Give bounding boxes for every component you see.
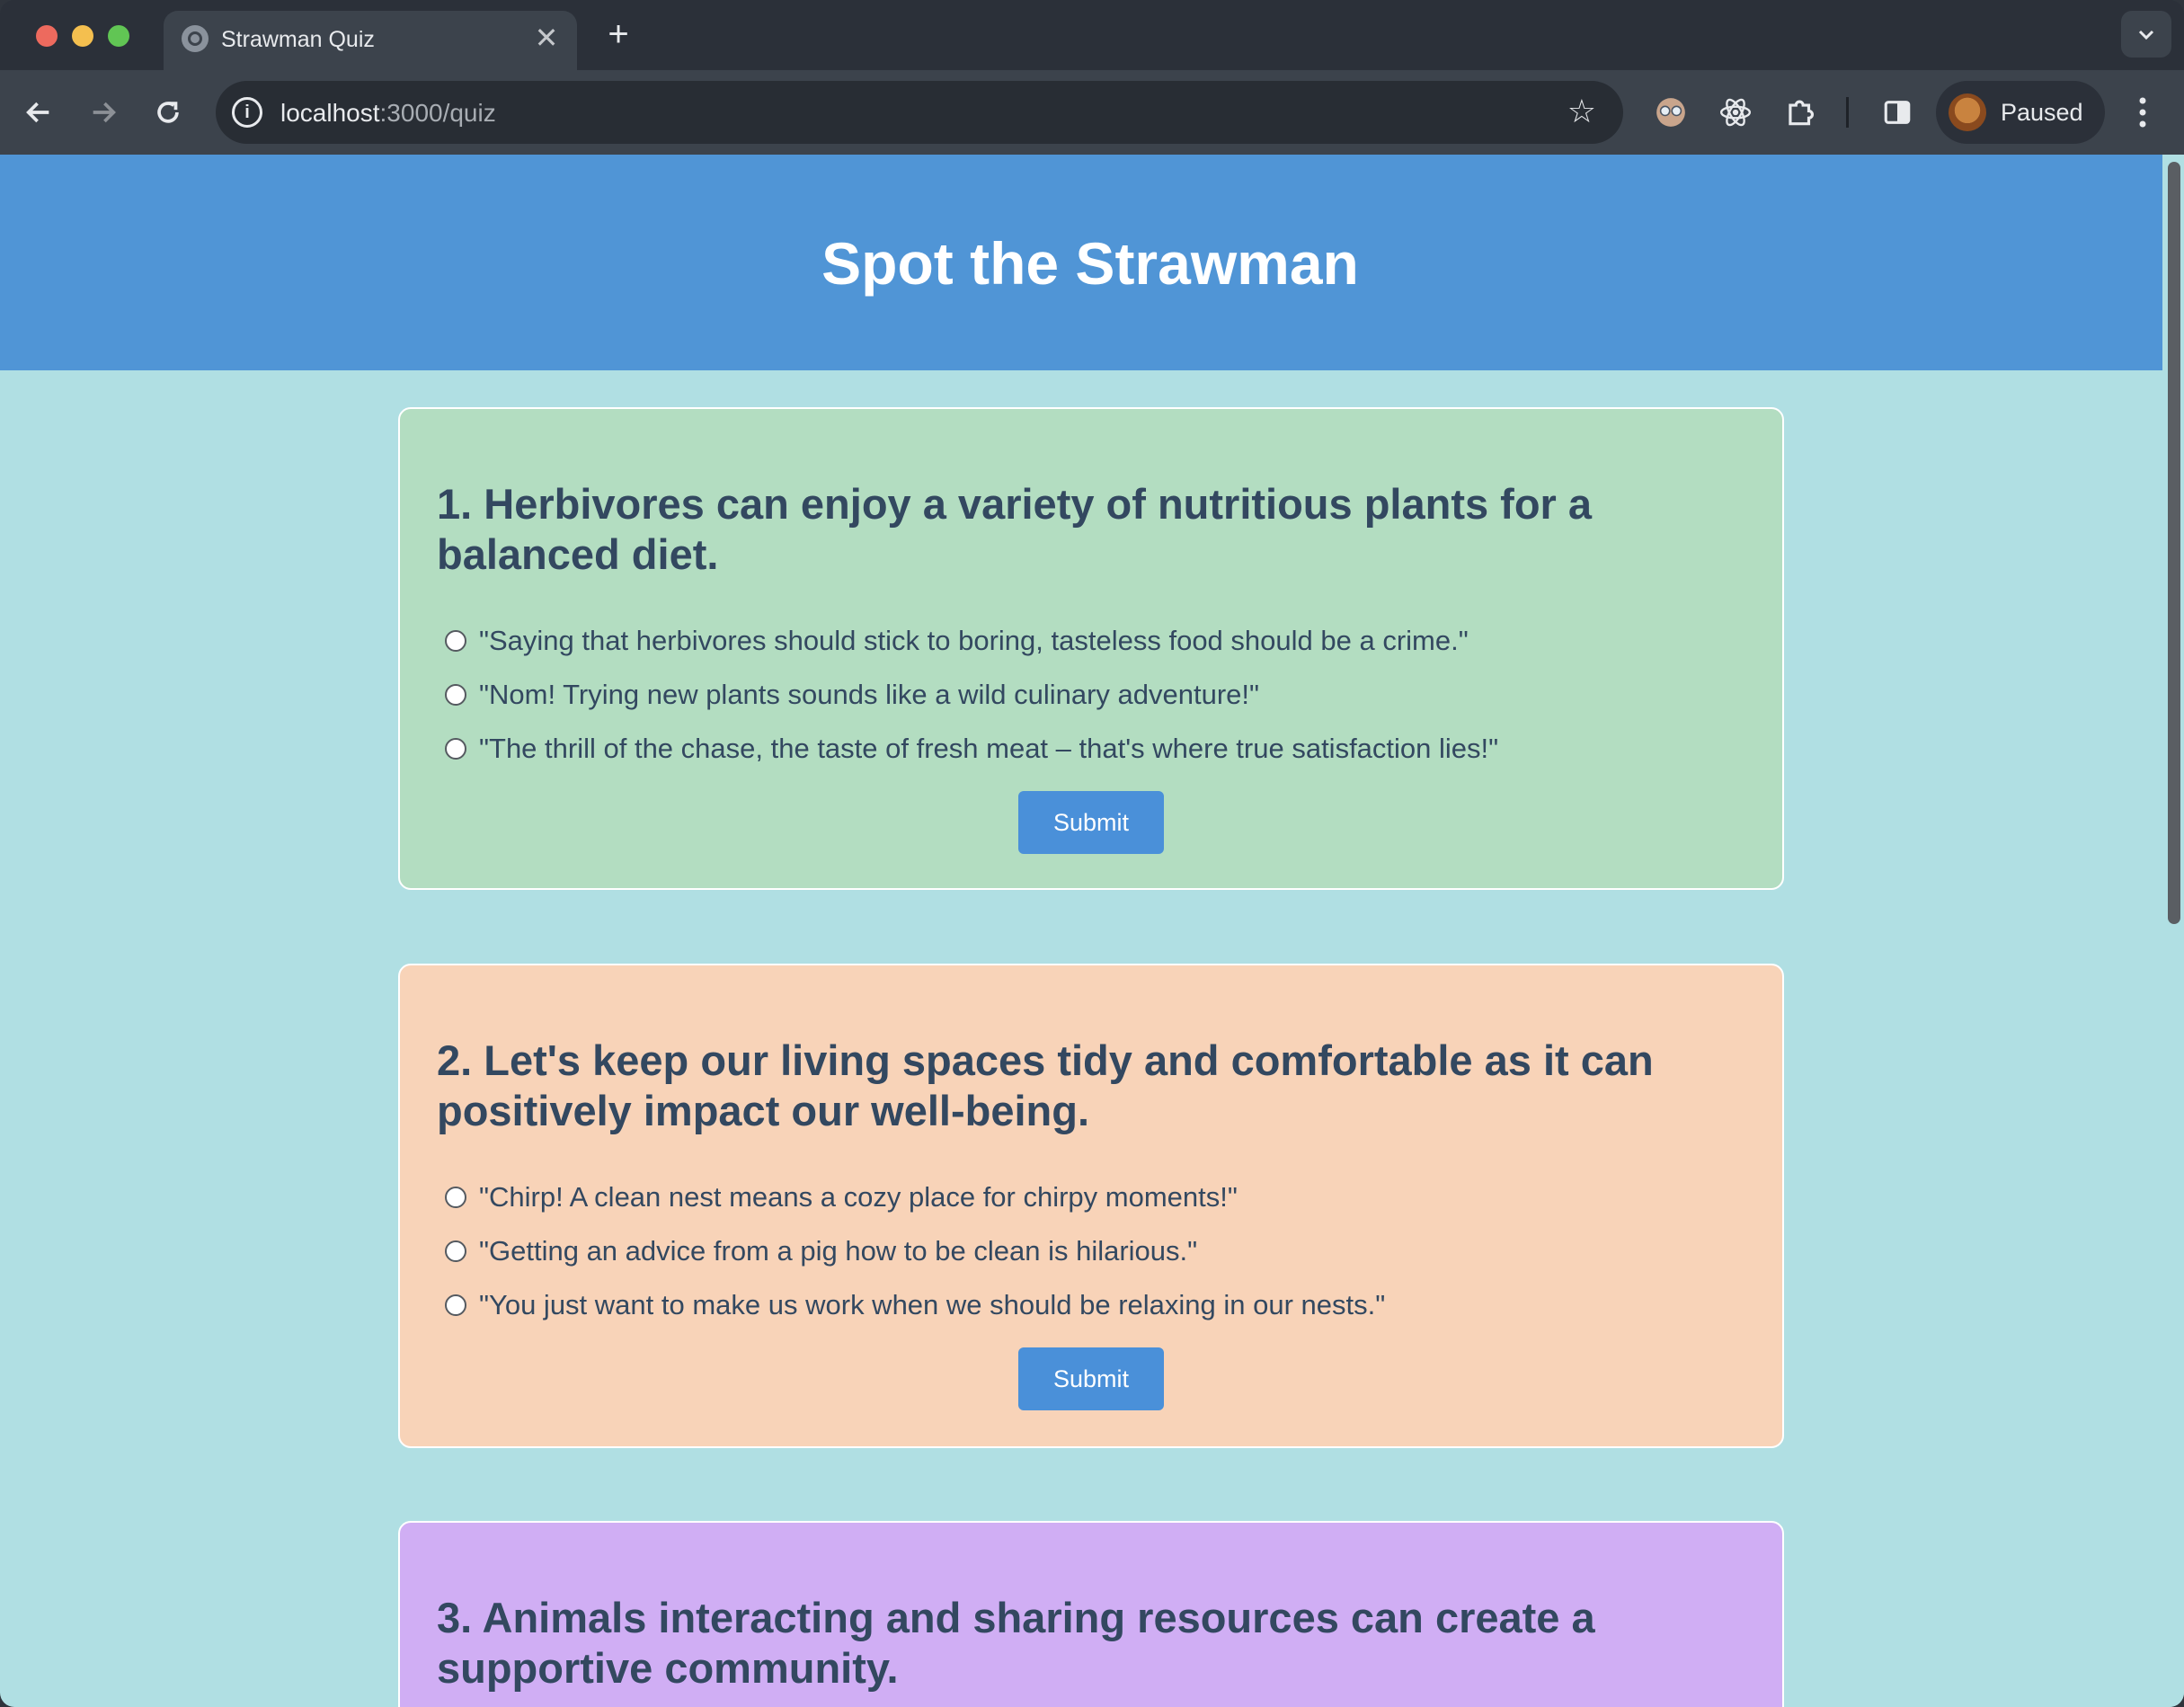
answer-option[interactable]: "Nom! Trying new plants sounds like a wi… [445,677,1259,713]
maximize-window-button[interactable] [108,25,129,47]
reload-icon [157,102,179,123]
submit-button[interactable]: Submit [1018,1347,1164,1410]
reload-button[interactable] [147,92,189,133]
url-path: :3000/quiz [379,99,496,127]
option-label: "You just want to make us work when we s… [479,1289,1386,1320]
tab-title: Strawman Quiz [221,27,375,52]
tab-search-button[interactable] [2121,11,2171,58]
question-card-1: 1. Herbivores can enjoy a variety of nut… [398,407,1784,890]
arrow-left-icon [26,102,49,123]
tab-close-button[interactable]: ✕ [532,23,561,52]
radio-button[interactable] [445,684,466,706]
more-vert-icon [2139,97,2146,128]
url-host: localhost [280,99,380,127]
puzzle-icon [1789,100,1815,126]
profile-avatar [1949,93,1986,131]
answer-option[interactable]: "You just want to make us work when we s… [445,1287,1385,1323]
profile-button[interactable]: Paused [1936,81,2105,144]
arrow-right-icon [93,102,116,123]
toolbar-divider [1846,97,1849,128]
page-header: Spot the Strawman [0,155,2162,370]
chevron-down-icon [2138,30,2154,40]
option-label: "The thrill of the chase, the taste of f… [479,733,1499,764]
radio-button[interactable] [445,630,466,652]
scrollbar-thumb[interactable] [2168,162,2180,924]
option-label: "Saying that herbivores should stick to … [479,625,1469,656]
radio-button[interactable] [445,738,466,760]
answer-option[interactable]: "Getting an advice from a pig how to be … [445,1233,1197,1269]
side-panel-button[interactable] [1878,93,1916,131]
submit-button[interactable]: Submit [1018,791,1164,854]
option-label: "Nom! Trying new plants sounds like a wi… [479,679,1260,710]
radio-button[interactable] [445,1240,466,1262]
globe-icon [182,25,209,52]
radio-button[interactable] [445,1294,466,1316]
option-label: "Chirp! A clean nest means a cozy place … [479,1181,1238,1213]
forward-button[interactable] [83,92,124,133]
answer-option[interactable]: "Saying that herbivores should stick to … [445,623,1469,659]
tab-strip: Strawman Quiz ✕ + [0,0,2184,70]
browser-tab[interactable]: Strawman Quiz ✕ [164,11,577,70]
new-tab-button[interactable]: + [600,16,636,52]
question-text: 2. Let's keep our living spaces tidy and… [437,1036,1654,1134]
question-card-3: 3. Animals interacting and sharing resou… [398,1521,1784,1707]
browser-window: Strawman Quiz ✕ + i localhost:3000/quiz … [0,0,2184,1707]
radio-button[interactable] [445,1187,466,1208]
page-title: Spot the Strawman [821,230,1359,297]
address-bar[interactable]: i localhost:3000/quiz ☆ [216,81,1623,144]
extension-react-icon[interactable] [1717,93,1754,131]
extension-glasses-icon[interactable] [1652,93,1690,131]
side-panel-icon [1884,101,1911,124]
option-label: "Getting an advice from a pig how to be … [479,1235,1198,1267]
page-scrollbar[interactable] [2164,155,2184,1707]
question-text: 1. Herbivores can enjoy a variety of nut… [437,480,1593,578]
close-window-button[interactable] [36,25,58,47]
minimize-window-button[interactable] [72,25,93,47]
glasses-icon [1656,98,1685,127]
back-button[interactable] [18,92,59,133]
browser-menu-button[interactable] [2125,92,2161,133]
atom-icon [1719,98,1752,127]
browser-toolbar: i localhost:3000/quiz ☆ Paused [0,70,2184,155]
answer-option[interactable]: "The thrill of the chase, the taste of f… [445,731,1498,767]
extensions-puzzle-icon[interactable] [1781,93,1819,131]
profile-status: Paused [2001,99,2083,126]
url-text[interactable]: localhost:3000/quiz [280,99,496,128]
bookmark-star-icon[interactable]: ☆ [1567,93,1596,129]
question-card-2: 2. Let's keep our living spaces tidy and… [398,964,1784,1448]
page-viewport: Spot the Strawman 1. Herbivores can enjo… [0,155,2184,1707]
site-info-icon[interactable]: i [232,97,262,128]
question-text: 3. Animals interacting and sharing resou… [437,1594,1595,1692]
answer-option[interactable]: "Chirp! A clean nest means a cozy place … [445,1179,1238,1215]
